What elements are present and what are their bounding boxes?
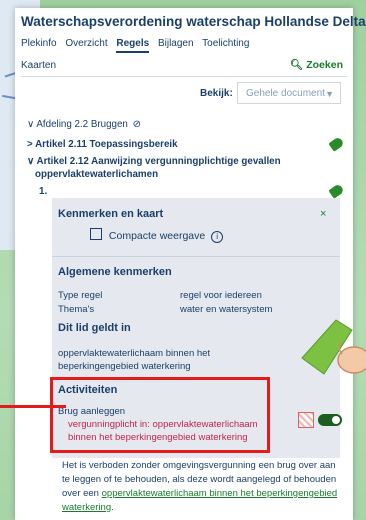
divider: [52, 256, 340, 257]
tree-artikel-2-12[interactable]: ∨ Artikel 2.12 Aanwijzing vergunningplic…: [27, 155, 347, 181]
bekijk-select[interactable]: Gehele document ▼: [237, 82, 341, 104]
tab-overzicht[interactable]: Overzicht: [65, 38, 107, 49]
search-label: Zoeken: [306, 59, 343, 71]
pointing-hand-icon: [301, 319, 366, 375]
tab-kaarten[interactable]: Kaarten: [21, 60, 56, 71]
kenmerken-title: Kenmerken en kaart: [58, 208, 164, 220]
artikel-2-12-label-line2: oppervlaktewaterlichamen: [35, 169, 159, 180]
themas-label: Thema's: [58, 304, 95, 315]
search-button[interactable]: 🔍︎ Zoeken: [290, 58, 343, 71]
search-icon: 🔍︎: [289, 59, 304, 71]
body-text-end: .: [111, 502, 114, 513]
artikel-2-12-label-line1: Artikel 2.12 Aanwijzing vergunningplicht…: [36, 156, 281, 167]
bekijk-select-value: Gehele document: [246, 88, 325, 99]
tab-regels[interactable]: Regels: [116, 38, 150, 53]
type-regel-value: regel voor iedereen: [180, 290, 262, 301]
close-icon[interactable]: ×: [320, 208, 326, 220]
body-link[interactable]: oppervlaktewaterlichaam binnen het beper…: [62, 488, 337, 513]
algemene-kenmerken-title: Algemene kenmerken: [58, 266, 172, 278]
dit-lid-geldt-in-title: Dit lid geldt in: [58, 322, 131, 334]
lid-number: 1.: [39, 186, 48, 197]
tab-toelichting[interactable]: Toelichting: [202, 38, 249, 49]
info-icon[interactable]: i: [211, 231, 224, 243]
eye-off-icon[interactable]: ⊘: [133, 119, 141, 130]
checkbox[interactable]: [90, 228, 102, 240]
highlight-pointer-line: [0, 405, 66, 408]
geldt-in-line1: oppervlaktewaterlichaam binnen het: [58, 348, 211, 359]
compact-view-toggle[interactable]: Compacte weergave i: [90, 228, 224, 243]
tab-plekinfo[interactable]: Plekinfo: [21, 38, 57, 49]
chevron-right-icon: >: [27, 139, 33, 150]
tab-bijlagen[interactable]: Bijlagen: [158, 38, 194, 49]
tree-afdeling[interactable]: ∨ Afdeling 2.2 Bruggen ⊘: [27, 119, 347, 130]
geldt-in-line2: beperkingengebied waterkering: [58, 361, 191, 372]
lid-body-text: Het is verboden zonder omgevingsvergunni…: [62, 459, 344, 515]
afdeling-label: Afdeling 2.2 Bruggen: [36, 119, 128, 130]
activity-toggle[interactable]: [318, 414, 342, 426]
hatched-pattern-icon: [298, 412, 314, 428]
panel-title: Waterschapsverordening waterschap Hollan…: [21, 14, 366, 29]
compact-label: Compacte weergave: [108, 230, 206, 242]
tab-bar: Plekinfo Overzicht Regels Bijlagen Toeli…: [21, 38, 255, 53]
bekijk-label: Bekijk:: [200, 88, 233, 99]
chevron-down-icon: ▼: [325, 89, 334, 99]
tree-artikel-2-11[interactable]: > Artikel 2.11 Toepassingsbereik: [27, 139, 347, 150]
highlight-box: [50, 377, 270, 453]
type-regel-label: Type regel: [58, 290, 103, 301]
chevron-down-icon: ∨: [27, 119, 35, 130]
themas-value: water en watersystem: [180, 304, 273, 315]
chevron-down-icon: ∨: [27, 156, 35, 167]
panel-title-text: Waterschapsverordening waterschap Hollan…: [21, 14, 366, 29]
divider: [21, 76, 347, 77]
artikel-2-11-label: Artikel 2.11 Toepassingsbereik: [35, 139, 178, 150]
